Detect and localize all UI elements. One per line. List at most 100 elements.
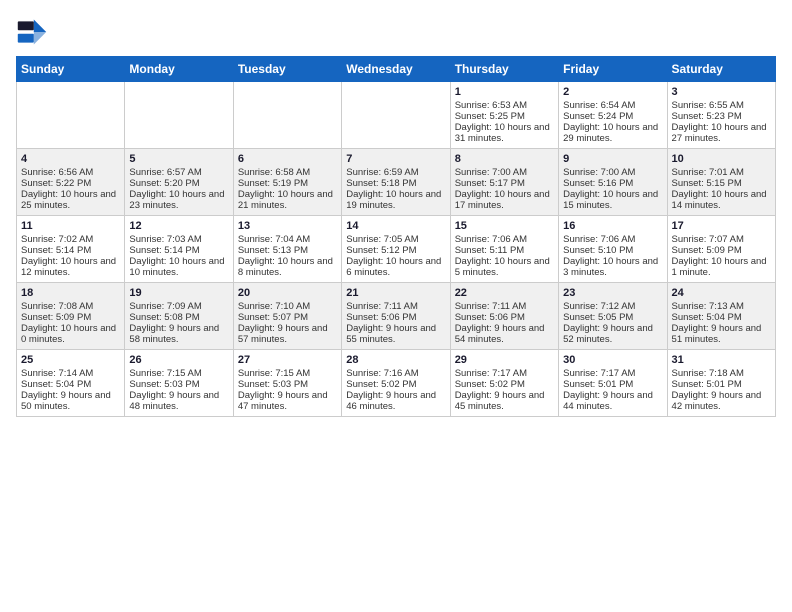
calendar-cell: 18Sunrise: 7:08 AMSunset: 5:09 PMDayligh… xyxy=(17,283,125,350)
day-number: 4 xyxy=(21,153,120,165)
day-number: 18 xyxy=(21,287,120,299)
day-number: 8 xyxy=(455,153,554,165)
day-number: 29 xyxy=(455,354,554,366)
calendar-cell: 15Sunrise: 7:06 AMSunset: 5:11 PMDayligh… xyxy=(450,216,558,283)
day-info-line: Daylight: 10 hours and 3 minutes. xyxy=(563,256,662,278)
day-number: 27 xyxy=(238,354,337,366)
day-info-line: Sunset: 5:11 PM xyxy=(455,245,554,256)
day-info-line: Daylight: 9 hours and 58 minutes. xyxy=(129,323,228,345)
calendar-week-row: 18 Sunrise: 7:08 AMSunset: 5:09 PM Dayligh… xyxy=(17,283,776,350)
day-info-line: Daylight: 9 hours and 42 minutes. xyxy=(672,390,771,412)
day-info-line: Daylight: 9 hours and 48 minutes. xyxy=(129,390,228,412)
day-number: 9 xyxy=(563,153,662,165)
day-number: 5 xyxy=(129,153,228,165)
day-info-line: Daylight: 10 hours and 17 minutes. xyxy=(455,189,554,211)
calendar-cell: 31Sunrise: 7:18 AMSunset: 5:01 PMDayligh… xyxy=(667,350,775,417)
calendar-cell: 2Sunrise: 6:54 AMSunset: 5:24 PMDaylight… xyxy=(559,82,667,149)
day-number: 26 xyxy=(129,354,228,366)
day-number: 23 xyxy=(563,287,662,299)
day-info-line: Daylight: 10 hours and 27 minutes. xyxy=(672,122,771,144)
day-info-line: Sunrise: 7:13 AM xyxy=(672,301,771,312)
day-info-line: Sunrise: 7:17 AM xyxy=(455,368,554,379)
calendar-cell: 26 Sunrise: 7:15 AMSunset: 5:03 PMDayligh… xyxy=(125,350,233,417)
weekday-header-cell: Friday xyxy=(559,57,667,82)
day-info-line: Sunrise: 6:59 AM xyxy=(346,167,445,178)
day-info-line: Sunrise: 7:04 AM xyxy=(238,234,337,245)
day-info-line: Sunrise: 7:09 AM xyxy=(129,301,228,312)
calendar-cell: 11Sunrise: 7:02 AMSunset: 5:14 PMDayligh… xyxy=(17,216,125,283)
day-info-line: Sunrise: 7:14 AM xyxy=(21,368,120,379)
day-info-line: Daylight: 9 hours and 44 minutes. xyxy=(563,390,662,412)
day-info-line: Sunrise: 7:06 AM xyxy=(563,234,662,245)
calendar-cell xyxy=(17,82,125,149)
day-info-line: Sunset: 5:19 PM xyxy=(238,178,337,189)
weekday-header-cell: Monday xyxy=(125,57,233,82)
day-info-line: Sunset: 5:03 PM xyxy=(129,379,228,390)
day-info-line: Sunset: 5:02 PM xyxy=(346,379,445,390)
day-info-line: Daylight: 9 hours and 45 minutes. xyxy=(455,390,554,412)
day-info-line: Sunset: 5:06 PM xyxy=(455,312,554,323)
day-info-line: Sunset: 5:01 PM xyxy=(672,379,771,390)
day-info-line: Sunset: 5:01 PM xyxy=(563,379,662,390)
day-info-line: Sunrise: 7:05 AM xyxy=(346,234,445,245)
day-info-line: Daylight: 9 hours and 51 minutes. xyxy=(672,323,771,345)
day-info-line: Daylight: 10 hours and 1 minute. xyxy=(672,256,771,278)
calendar-cell: 19Sunrise: 7:09 AMSunset: 5:08 PMDayligh… xyxy=(125,283,233,350)
day-info-line: Sunrise: 7:15 AM xyxy=(129,368,228,379)
day-number: 1 xyxy=(455,86,554,98)
day-info-line: Sunset: 5:14 PM xyxy=(129,245,228,256)
calendar-cell: 3Sunrise: 6:55 AMSunset: 5:23 PMDaylight… xyxy=(667,82,775,149)
day-info-line: Daylight: 10 hours and 6 minutes. xyxy=(346,256,445,278)
calendar-cell: 14Sunrise: 7:05 AMSunset: 5:12 PMDayligh… xyxy=(342,216,450,283)
day-info-line: Sunset: 5:07 PM xyxy=(238,312,337,323)
calendar-body: 1Sunrise: 6:53 AMSunset: 5:25 PMDaylight… xyxy=(17,82,776,417)
day-info-line: Sunrise: 7:16 AM xyxy=(346,368,445,379)
calendar-cell: 25Sunrise: 7:14 AMSunset: 5:04 PMDayligh… xyxy=(17,350,125,417)
day-number: 10 xyxy=(672,153,771,165)
calendar-cell: 27Sunrise: 7:15 AMSunset: 5:03 PMDayligh… xyxy=(233,350,341,417)
day-info-line: Daylight: 9 hours and 54 minutes. xyxy=(455,323,554,345)
day-info-line: Sunset: 5:22 PM xyxy=(21,178,120,189)
day-info-line: Sunset: 5:15 PM xyxy=(672,178,771,189)
day-info-line: Daylight: 10 hours and 23 minutes. xyxy=(129,189,228,211)
day-info-line: Sunset: 5:02 PM xyxy=(455,379,554,390)
day-info-line: Sunset: 5:08 PM xyxy=(129,312,228,323)
day-number: 20 xyxy=(238,287,337,299)
day-info-line: Daylight: 10 hours and 8 minutes. xyxy=(238,256,337,278)
day-info-line: Sunrise: 7:18 AM xyxy=(672,368,771,379)
calendar-cell xyxy=(342,82,450,149)
day-info-line: Sunrise: 7:08 AM xyxy=(21,301,120,312)
calendar-cell: 29 Sunrise: 7:17 AMSunset: 5:02 PMDayligh… xyxy=(450,350,558,417)
logo xyxy=(16,16,52,48)
calendar-cell: 30Sunrise: 7:17 AMSunset: 5:01 PMDayligh… xyxy=(559,350,667,417)
weekday-header-cell: Thursday xyxy=(450,57,558,82)
day-number: 2 xyxy=(563,86,662,98)
day-number: 22 xyxy=(455,287,554,299)
day-info-line: Daylight: 10 hours and 15 minutes. xyxy=(563,189,662,211)
calendar-cell: 17Sunrise: 7:07 AMSunset: 5:09 PMDayligh… xyxy=(667,216,775,283)
day-info-line: Sunrise: 7:03 AM xyxy=(129,234,228,245)
calendar-week-row: 1Sunrise: 6:53 AMSunset: 5:25 PMDaylight… xyxy=(17,82,776,149)
day-number: 3 xyxy=(672,86,771,98)
day-number: 17 xyxy=(672,220,771,232)
calendar-cell: 1Sunrise: 6:53 AMSunset: 5:25 PMDaylight… xyxy=(450,82,558,149)
weekday-header-cell: Wednesday xyxy=(342,57,450,82)
calendar-cell: 10Sunrise: 7:01 AMSunset: 5:15 PMDayligh… xyxy=(667,149,775,216)
weekday-header-cell: Sunday xyxy=(17,57,125,82)
day-info-line: Daylight: 9 hours and 50 minutes. xyxy=(21,390,120,412)
calendar-cell: 5Sunrise: 6:57 AMSunset: 5:20 PMDaylight… xyxy=(125,149,233,216)
day-info-line: Sunset: 5:10 PM xyxy=(563,245,662,256)
day-info-line: Daylight: 10 hours and 10 minutes. xyxy=(129,256,228,278)
day-info-line: Sunrise: 7:10 AM xyxy=(238,301,337,312)
day-info-line: Sunrise: 7:01 AM xyxy=(672,167,771,178)
day-info-line: Sunset: 5:25 PM xyxy=(455,111,554,122)
day-info-line: Sunset: 5:04 PM xyxy=(21,379,120,390)
calendar-cell: 12Sunrise: 7:03 AMSunset: 5:14 PMDayligh… xyxy=(125,216,233,283)
day-info-line: Daylight: 10 hours and 5 minutes. xyxy=(455,256,554,278)
day-info-line: Daylight: 9 hours and 55 minutes. xyxy=(346,323,445,345)
day-info-line: Sunrise: 7:00 AM xyxy=(455,167,554,178)
day-info-line: Sunset: 5:24 PM xyxy=(563,111,662,122)
day-info-line: Daylight: 9 hours and 57 minutes. xyxy=(238,323,337,345)
day-info-line: Sunset: 5:09 PM xyxy=(21,312,120,323)
logo-icon xyxy=(16,16,48,48)
